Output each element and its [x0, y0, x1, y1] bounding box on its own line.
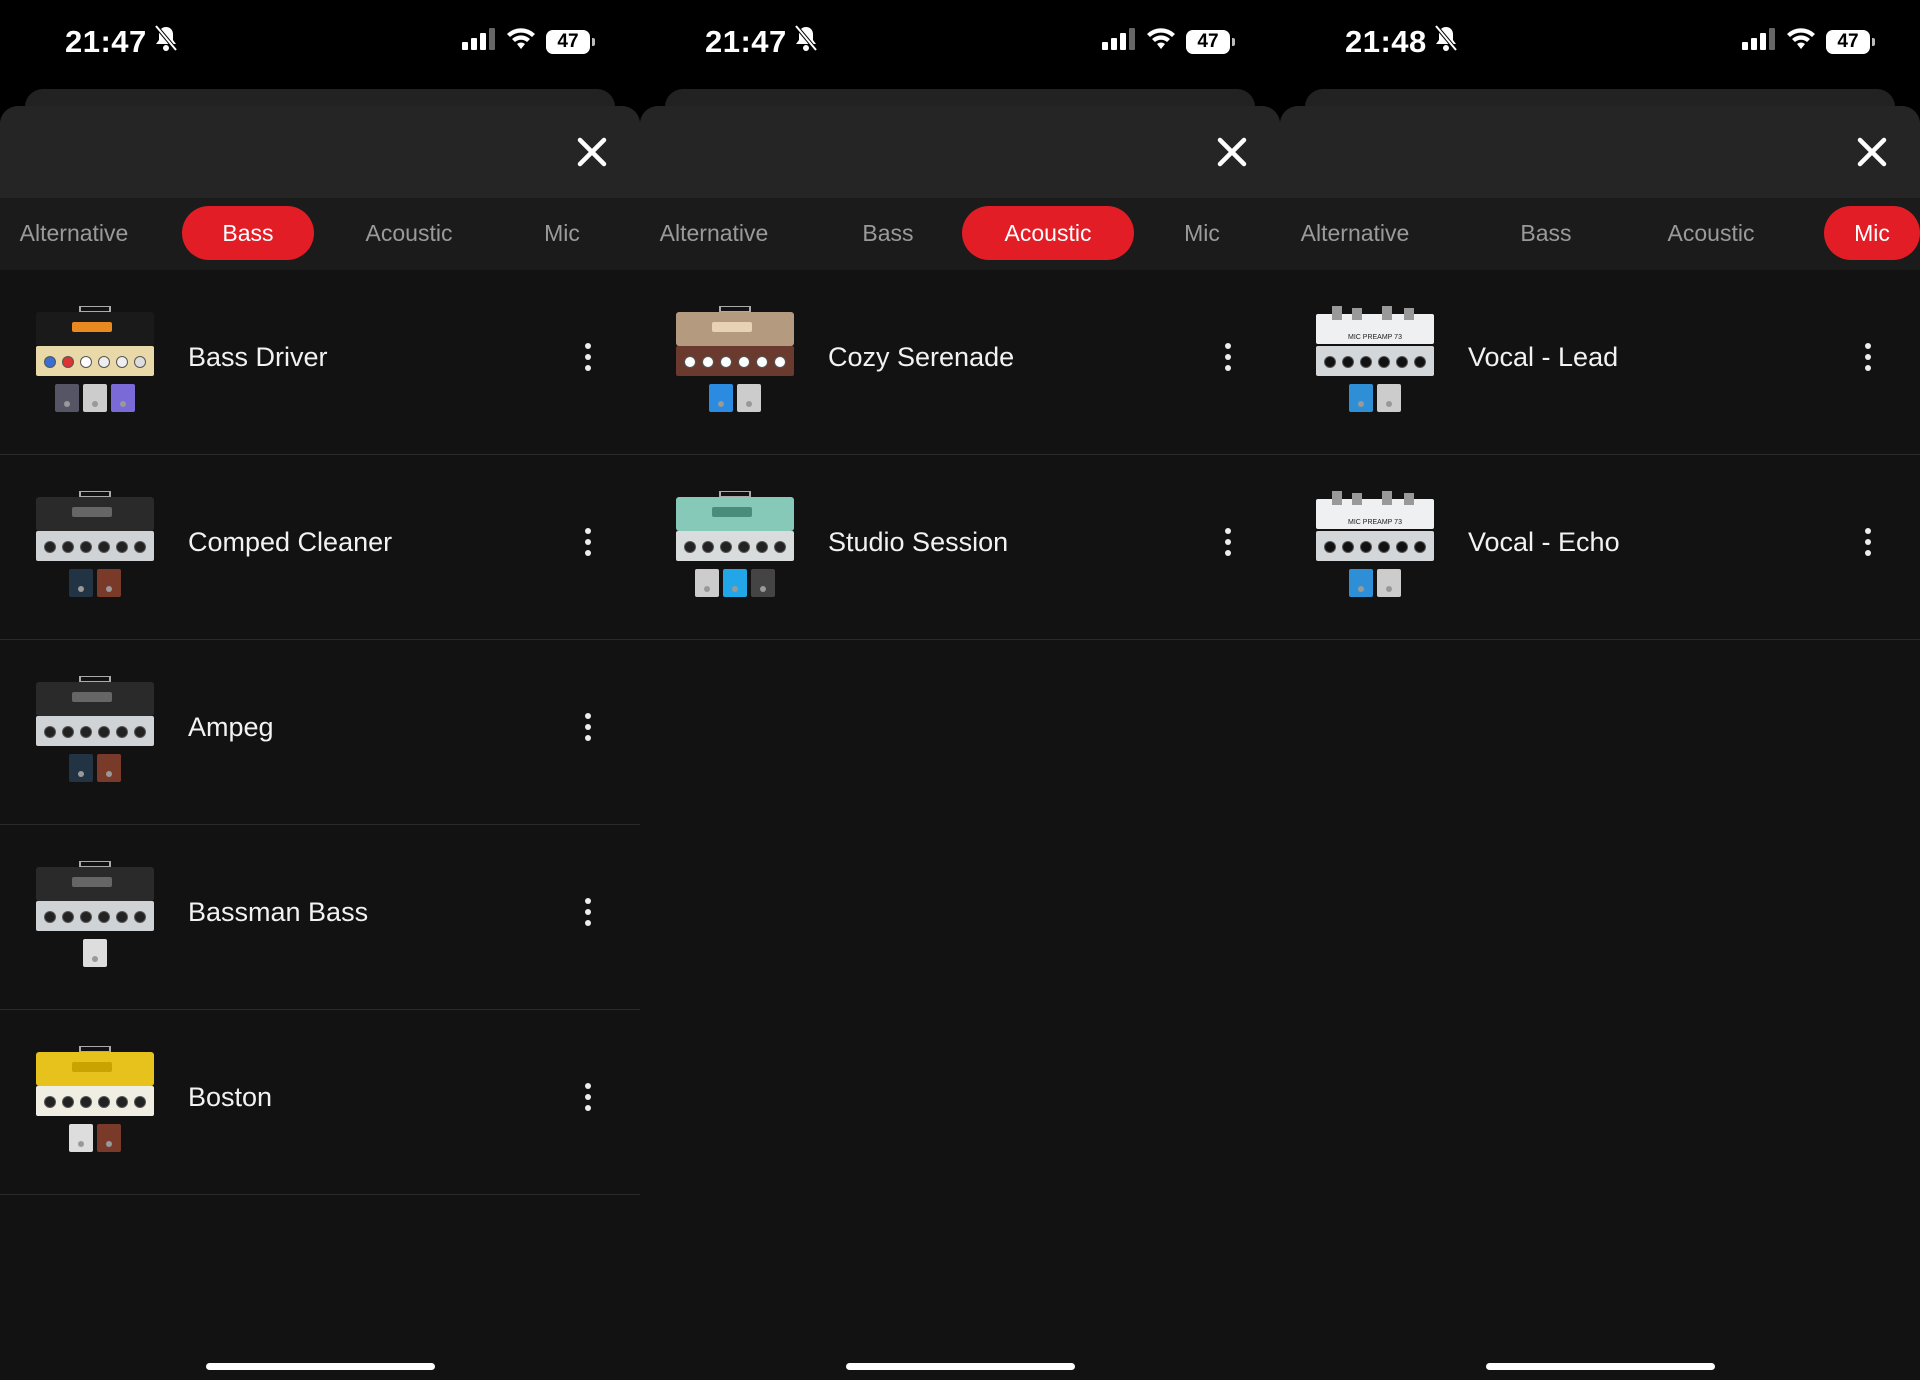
clock: 21:47 [705, 24, 787, 59]
phone-screen: 21:47 47 Alternative Bass Acoustic Mic Bass… [0, 0, 640, 1380]
more-vertical-icon[interactable] [1856, 523, 1880, 571]
preset-list: Cozy Serenade Studio Session [640, 270, 1280, 640]
close-icon[interactable] [572, 132, 612, 172]
battery-icon: 47 [1826, 29, 1875, 54]
tab-alternative[interactable]: Alternative [0, 206, 148, 260]
preset-row[interactable]: Bassman Bass [0, 825, 640, 1010]
more-vertical-icon[interactable] [1216, 523, 1240, 571]
system-icons: 47 [1742, 28, 1875, 55]
signal-icon [1742, 28, 1776, 55]
tab-mic[interactable]: Mic [1824, 206, 1920, 260]
amp-thumbnail [32, 1045, 158, 1156]
preset-name: Vocal - Echo [1468, 527, 1620, 557]
svg-text:MIC PREAMP 73: MIC PREAMP 73 [1348, 519, 1402, 526]
svg-text:MIC PREAMP 73: MIC PREAMP 73 [1348, 334, 1402, 341]
sheet-header [0, 106, 640, 198]
category-tabs: Alternative Bass Acoustic Mic [1280, 198, 1920, 270]
preset-row[interactable]: Cozy Serenade [640, 270, 1280, 455]
tab-mic[interactable]: Mic [1160, 206, 1244, 260]
battery-icon: 47 [546, 29, 595, 54]
more-vertical-icon[interactable] [576, 338, 600, 386]
bell-off-icon [153, 24, 179, 60]
wifi-icon [1146, 28, 1176, 55]
signal-icon [1102, 28, 1136, 55]
preset-row[interactable]: Ampeg [0, 640, 640, 825]
bell-off-icon [793, 24, 819, 60]
presets-sheet: Alternative Bass Acoustic Mic Cozy Serenade… [640, 106, 1280, 1380]
more-vertical-icon[interactable] [1216, 338, 1240, 386]
more-vertical-icon[interactable] [576, 1078, 600, 1126]
home-indicator[interactable] [846, 1363, 1075, 1370]
status-bar: 21:48 47 [1280, 0, 1920, 86]
preset-row[interactable]: Studio Session [640, 455, 1280, 640]
bell-off-icon [1433, 24, 1459, 60]
status-bar: 21:47 47 [0, 0, 640, 86]
preset-row[interactable]: Bass Driver [0, 270, 640, 455]
sheet-header [1280, 106, 1920, 198]
amp-thumbnail: MIC PREAMP 73 [1312, 306, 1438, 416]
wifi-icon [506, 28, 536, 55]
amp-thumbnail [32, 860, 158, 971]
status-time: 21:47 [705, 24, 819, 60]
preset-name: Studio Session [828, 527, 1009, 557]
amp-thumbnail: MIC PREAMP 73 [1312, 491, 1438, 601]
preset-name: Cozy Serenade [828, 342, 1015, 372]
phone-screen: 21:47 47 Alternative Bass Acoustic Mic Cozy… [640, 0, 1280, 1380]
close-icon[interactable] [1852, 132, 1892, 172]
preset-name: Bassman Bass [188, 897, 369, 927]
preset-name: Boston [188, 1082, 273, 1112]
status-time: 21:48 [1345, 24, 1459, 60]
tab-acoustic[interactable]: Acoustic [962, 206, 1134, 260]
more-vertical-icon[interactable] [576, 893, 600, 941]
signal-icon [462, 28, 496, 55]
preset-list: Bass Driver Comped Cleaner Ampeg Bassman… [0, 270, 640, 1195]
status-time: 21:47 [65, 24, 179, 60]
tab-alternative[interactable]: Alternative [640, 206, 788, 260]
close-icon[interactable] [1212, 132, 1252, 172]
amp-thumbnail [32, 675, 158, 786]
preset-row[interactable]: MIC PREAMP 73 Vocal - Lead [1280, 270, 1920, 455]
presets-sheet: Alternative Bass Acoustic Mic Bass Driver C… [0, 106, 640, 1380]
tab-acoustic[interactable]: Acoustic [1644, 206, 1778, 260]
amp-thumbnail [32, 490, 158, 601]
tab-bass[interactable]: Bass [1480, 206, 1612, 260]
tab-bass[interactable]: Bass [182, 206, 314, 260]
tab-mic[interactable]: Mic [520, 206, 604, 260]
more-vertical-icon[interactable] [576, 523, 600, 571]
category-tabs: Alternative Bass Acoustic Mic [640, 198, 1280, 270]
more-vertical-icon[interactable] [576, 708, 600, 756]
amp-thumbnail [672, 305, 798, 416]
tab-bass[interactable]: Bass [822, 206, 954, 260]
amp-thumbnail [32, 305, 158, 416]
system-icons: 47 [1102, 28, 1235, 55]
preset-list: MIC PREAMP 73 Vocal - Lead MIC PREAMP 73… [1280, 270, 1920, 640]
presets-sheet: Alternative Bass Acoustic Mic MIC PREAMP 73… [1280, 106, 1920, 1380]
category-tabs: Alternative Bass Acoustic Mic [0, 198, 640, 270]
tab-alternative[interactable]: Alternative [1280, 206, 1430, 260]
preset-row[interactable]: Boston [0, 1010, 640, 1195]
home-indicator[interactable] [1486, 1363, 1715, 1370]
preset-row[interactable]: Comped Cleaner [0, 455, 640, 640]
preset-name: Bass Driver [188, 342, 328, 372]
more-vertical-icon[interactable] [1856, 338, 1880, 386]
clock: 21:47 [65, 24, 147, 59]
tab-acoustic[interactable]: Acoustic [342, 206, 476, 260]
status-bar: 21:47 47 [640, 0, 1280, 86]
preset-row[interactable]: MIC PREAMP 73 Vocal - Echo [1280, 455, 1920, 640]
phone-screen: 21:48 47 Alternative Bass Acoustic Mic MIC … [1280, 0, 1920, 1380]
wifi-icon [1786, 28, 1816, 55]
amp-thumbnail [672, 490, 798, 601]
sheet-header [640, 106, 1280, 198]
preset-name: Vocal - Lead [1468, 342, 1619, 372]
preset-name: Comped Cleaner [188, 527, 393, 557]
home-indicator[interactable] [206, 1363, 435, 1370]
battery-icon: 47 [1186, 29, 1235, 54]
preset-name: Ampeg [188, 712, 274, 742]
clock: 21:48 [1345, 24, 1427, 59]
system-icons: 47 [462, 28, 595, 55]
